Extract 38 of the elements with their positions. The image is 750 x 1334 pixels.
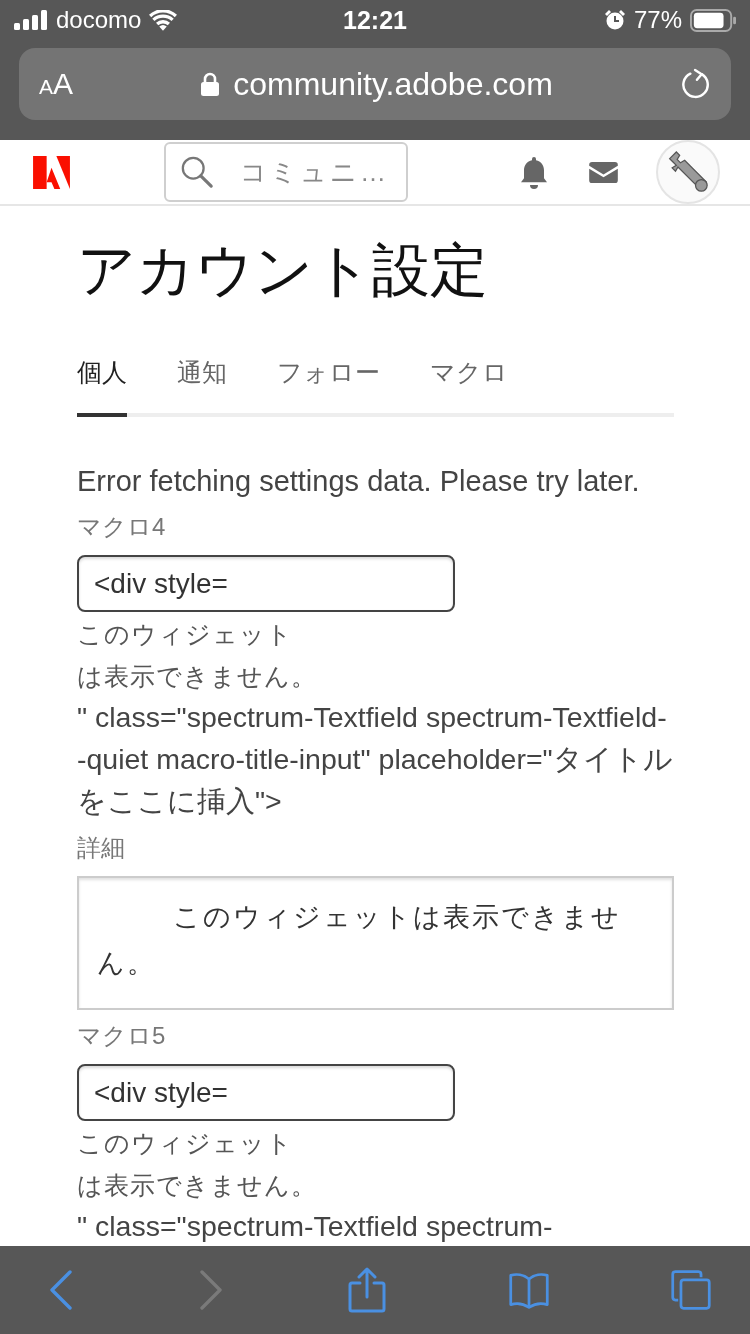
input-field[interactable]: <div style= <box>77 1064 455 1121</box>
widget-error-text: このウィジェット <box>77 620 293 648</box>
search-icon <box>180 155 214 189</box>
adobe-logo[interactable] <box>33 155 70 189</box>
widget-error-text: このウィジェットは表示できません。 <box>97 901 622 980</box>
text-area[interactable]: このウィジェットは表示できません。 <box>77 876 674 1010</box>
tab[interactable]: フォロー <box>277 346 380 417</box>
battery-percent: 77% <box>633 6 682 34</box>
reload-icon[interactable] <box>681 68 711 100</box>
mail-icon[interactable] <box>589 161 618 183</box>
field-label: 詳細 <box>77 833 126 863</box>
field-label: マクロ5 <box>77 1021 167 1051</box>
carrier-name: docomo <box>56 6 142 34</box>
url-text: community.adobe.com <box>233 65 553 103</box>
clock-time: 12:21 <box>343 5 407 35</box>
notification-bell-icon[interactable] <box>519 155 549 189</box>
input-field[interactable]: <div style= <box>77 555 455 612</box>
field-label: マクロ4 <box>77 512 167 542</box>
wifi-icon <box>149 9 178 31</box>
address-bar[interactable]: AA community.adobe.com <box>19 48 731 120</box>
battery-icon <box>690 8 736 32</box>
widget-error-text: は表示できません。 <box>77 661 318 692</box>
tab[interactable]: 通知 <box>177 346 227 417</box>
lock-icon <box>201 72 220 96</box>
widget-error-text: は表示できません。 <box>77 1170 318 1201</box>
share-icon[interactable] <box>346 1267 388 1313</box>
error-message: Error fetching settings data. Please try later. <box>77 464 641 499</box>
search-field[interactable]: コミュニ… <box>164 142 408 202</box>
tab[interactable]: マクロ <box>430 346 508 417</box>
code-text: " class="spectrum-Textfield spectrum- <box>77 1209 554 1244</box>
alarm-clock-icon <box>603 9 626 31</box>
signal-icon <box>14 10 48 30</box>
widget-error-text: このウィジェット <box>77 1129 293 1157</box>
code-text: " class="spectrum-Textfield spectrum-Textfield--quiet macro-title-input" placeholder="タイトルをここに挿入"> <box>77 700 674 819</box>
page-title: アカウント設定 <box>77 237 489 305</box>
text-size-button[interactable]: AA <box>39 67 74 101</box>
tab[interactable]: 個人 <box>77 346 127 417</box>
tabs-icon[interactable] <box>670 1267 712 1313</box>
